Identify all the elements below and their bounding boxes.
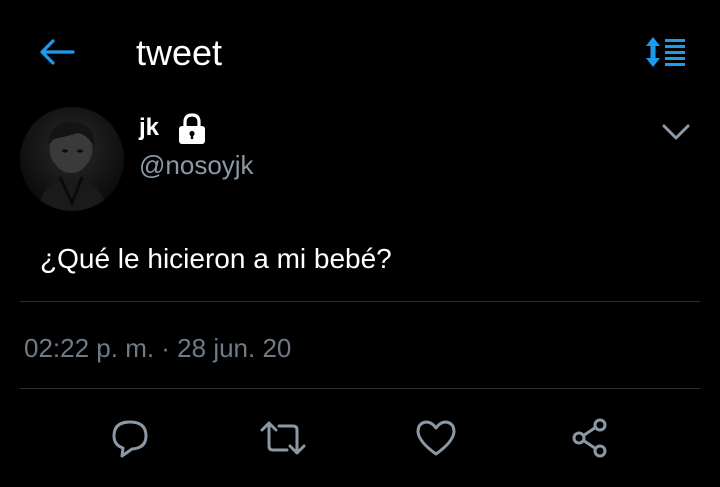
tweet-timestamp: 02:22 p. m. · 28 jun. 20 xyxy=(24,333,292,363)
reply-button[interactable] xyxy=(102,410,158,466)
avatar[interactable] xyxy=(20,107,124,211)
sort-button[interactable] xyxy=(640,30,694,74)
tweet-text: ¿Qué le hicieron a mi bebé? xyxy=(40,243,392,274)
retweet-icon xyxy=(260,421,306,455)
comment-icon xyxy=(112,420,148,458)
share-button[interactable] xyxy=(562,410,618,466)
more-options-button[interactable] xyxy=(656,112,696,152)
arrow-left-icon xyxy=(40,39,75,65)
display-name[interactable]: jk xyxy=(139,114,159,142)
heart-icon xyxy=(416,420,456,456)
share-icon xyxy=(572,418,607,458)
back-button[interactable] xyxy=(30,30,84,74)
like-button[interactable] xyxy=(408,410,464,466)
divider xyxy=(20,388,700,389)
divider xyxy=(20,301,700,302)
lock-icon xyxy=(175,112,209,146)
page-title: tweet xyxy=(136,32,223,73)
retweet-button[interactable] xyxy=(255,410,311,466)
user-handle[interactable]: @nosoyjk xyxy=(139,150,254,180)
chevron-down-icon xyxy=(662,124,690,140)
sort-icon xyxy=(646,37,685,67)
